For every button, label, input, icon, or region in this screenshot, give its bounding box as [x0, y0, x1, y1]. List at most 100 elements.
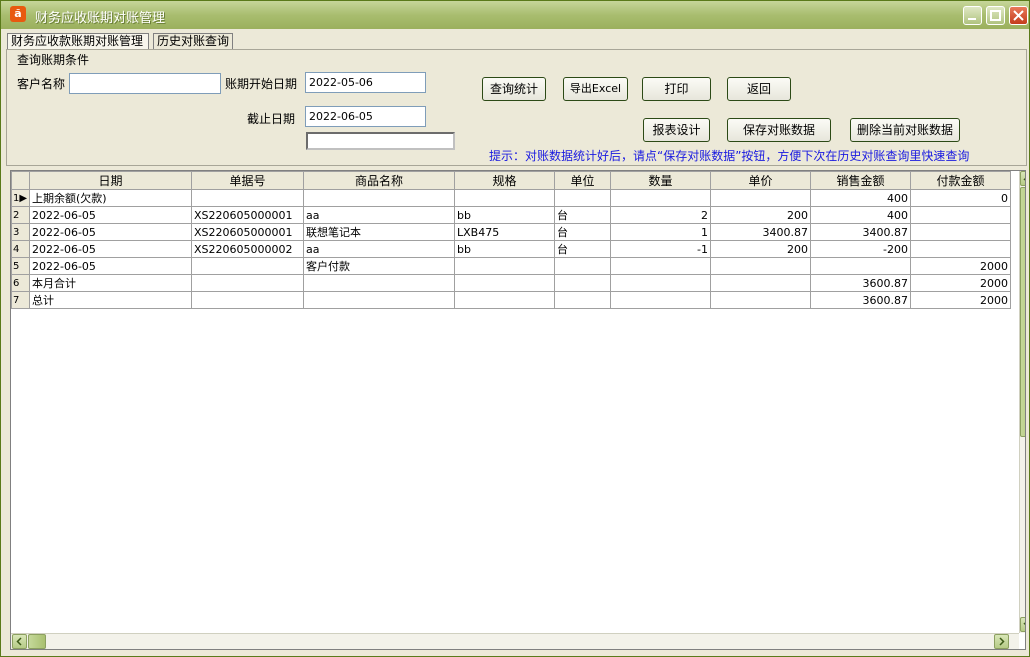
table-row[interactable]: 1▶ 上期余额(欠款) 400 0 [11, 189, 1011, 207]
cell[interactable] [454, 274, 555, 292]
cell[interactable] [710, 274, 811, 292]
col-header[interactable]: 日期 [29, 171, 192, 190]
row-header[interactable]: 3 [11, 223, 30, 241]
col-header[interactable]: 付款金额 [910, 171, 1011, 190]
cell[interactable]: 2022-06-05 [29, 206, 192, 224]
cell[interactable]: 2000 [910, 274, 1011, 292]
table-row[interactable]: 7 总计 3600.87 2000 [11, 291, 1011, 309]
row-header[interactable]: 7 [11, 291, 30, 309]
cell[interactable]: 3400.87 [710, 223, 811, 241]
cell[interactable]: bb [454, 240, 555, 258]
tab-history[interactable]: 历史对账查询 [153, 33, 233, 49]
scroll-right-button[interactable] [994, 634, 1009, 649]
table-row[interactable]: 2 2022-06-05 XS220605000001 aa bb 台 2 20… [11, 206, 1011, 224]
reconciliation-grid[interactable]: 日期 单据号 商品名称 规格 单位 数量 单价 销售金额 付款金额 1▶ 上期余… [10, 170, 1026, 650]
col-header[interactable]: 单据号 [191, 171, 304, 190]
cell[interactable]: 3600.87 [810, 274, 911, 292]
cell[interactable]: 2000 [910, 257, 1011, 275]
customer-input[interactable] [69, 73, 221, 94]
minimize-button[interactable] [963, 6, 982, 25]
table-row[interactable]: 5 2022-06-05 客户付款 2000 [11, 257, 1011, 275]
cell[interactable]: 3600.87 [810, 291, 911, 309]
save-reconciliation-button[interactable]: 保存对账数据 [727, 118, 831, 142]
cell[interactable] [910, 223, 1011, 241]
cell[interactable]: XS220605000001 [191, 223, 304, 241]
cell[interactable] [303, 274, 455, 292]
cell[interactable]: bb [454, 206, 555, 224]
cell[interactable] [454, 189, 555, 207]
cell[interactable]: 本月合计 [29, 274, 192, 292]
table-row[interactable]: 4 2022-06-05 XS220605000002 aa bb 台 -1 2… [11, 240, 1011, 258]
cell[interactable]: 200 [710, 206, 811, 224]
cell[interactable]: XS220605000002 [191, 240, 304, 258]
vertical-scrollbar[interactable] [1019, 171, 1025, 633]
cell[interactable] [710, 291, 811, 309]
report-design-button[interactable]: 报表设计 [643, 118, 710, 142]
cell[interactable]: 2022-06-05 [29, 240, 192, 258]
cell[interactable] [454, 257, 555, 275]
cell[interactable] [554, 257, 611, 275]
delete-reconciliation-button[interactable]: 删除当前对账数据 [850, 118, 960, 142]
scroll-up-button[interactable] [1020, 171, 1025, 186]
cell[interactable] [303, 291, 455, 309]
start-date-input[interactable]: 2022-05-06 [305, 72, 426, 93]
cell[interactable] [910, 240, 1011, 258]
close-button[interactable] [1009, 6, 1028, 25]
cell[interactable] [554, 274, 611, 292]
vertical-scroll-thumb[interactable] [1020, 187, 1025, 437]
cell[interactable]: 400 [810, 189, 911, 207]
cell[interactable] [191, 189, 304, 207]
cell[interactable]: 台 [554, 240, 611, 258]
cell[interactable]: 2022-06-05 [29, 257, 192, 275]
cell[interactable]: 1 [610, 223, 711, 241]
cell[interactable]: 总计 [29, 291, 192, 309]
cell[interactable]: XS220605000001 [191, 206, 304, 224]
corner-cell[interactable] [11, 171, 30, 190]
cell[interactable] [910, 206, 1011, 224]
cell[interactable]: 联想笔记本 [303, 223, 455, 241]
cell[interactable] [191, 291, 304, 309]
cell[interactable] [191, 274, 304, 292]
query-button[interactable]: 查询统计 [482, 77, 546, 101]
col-header[interactable]: 规格 [454, 171, 555, 190]
cell[interactable] [610, 291, 711, 309]
cell[interactable]: 0 [910, 189, 1011, 207]
cell[interactable]: 台 [554, 223, 611, 241]
row-header[interactable]: 2 [11, 206, 30, 224]
back-button[interactable]: 返回 [727, 77, 791, 101]
cell[interactable]: 3400.87 [810, 223, 911, 241]
maximize-button[interactable] [986, 6, 1005, 25]
row-header[interactable]: 4 [11, 240, 30, 258]
cell[interactable]: 2 [610, 206, 711, 224]
cell[interactable]: 400 [810, 206, 911, 224]
cell[interactable] [303, 189, 455, 207]
cell[interactable] [454, 291, 555, 309]
cell[interactable] [610, 257, 711, 275]
row-header[interactable]: 1▶ [11, 189, 30, 207]
cell[interactable]: LXB475 [454, 223, 555, 241]
col-header[interactable]: 商品名称 [303, 171, 455, 190]
cell[interactable] [610, 274, 711, 292]
cell[interactable]: aa [303, 240, 455, 258]
cell[interactable] [710, 189, 811, 207]
col-header[interactable]: 单价 [710, 171, 811, 190]
cell[interactable]: 台 [554, 206, 611, 224]
cell[interactable]: 客户付款 [303, 257, 455, 275]
cell[interactable]: -200 [810, 240, 911, 258]
row-header[interactable]: 6 [11, 274, 30, 292]
cell[interactable]: aa [303, 206, 455, 224]
horizontal-scroll-thumb[interactable] [28, 634, 46, 649]
print-button[interactable]: 打印 [642, 77, 711, 101]
col-header[interactable]: 数量 [610, 171, 711, 190]
export-excel-button[interactable]: 导出Excel [563, 77, 628, 101]
horizontal-scrollbar[interactable] [11, 633, 1019, 649]
scroll-left-button[interactable] [12, 634, 27, 649]
cell[interactable] [810, 257, 911, 275]
cell[interactable]: 2000 [910, 291, 1011, 309]
col-header[interactable]: 销售金额 [810, 171, 911, 190]
extra-input[interactable] [306, 132, 455, 150]
cell[interactable]: 200 [710, 240, 811, 258]
table-row[interactable]: 6 本月合计 3600.87 2000 [11, 274, 1011, 292]
cell[interactable]: -1 [610, 240, 711, 258]
table-row[interactable]: 3 2022-06-05 XS220605000001 联想笔记本 LXB475… [11, 223, 1011, 241]
